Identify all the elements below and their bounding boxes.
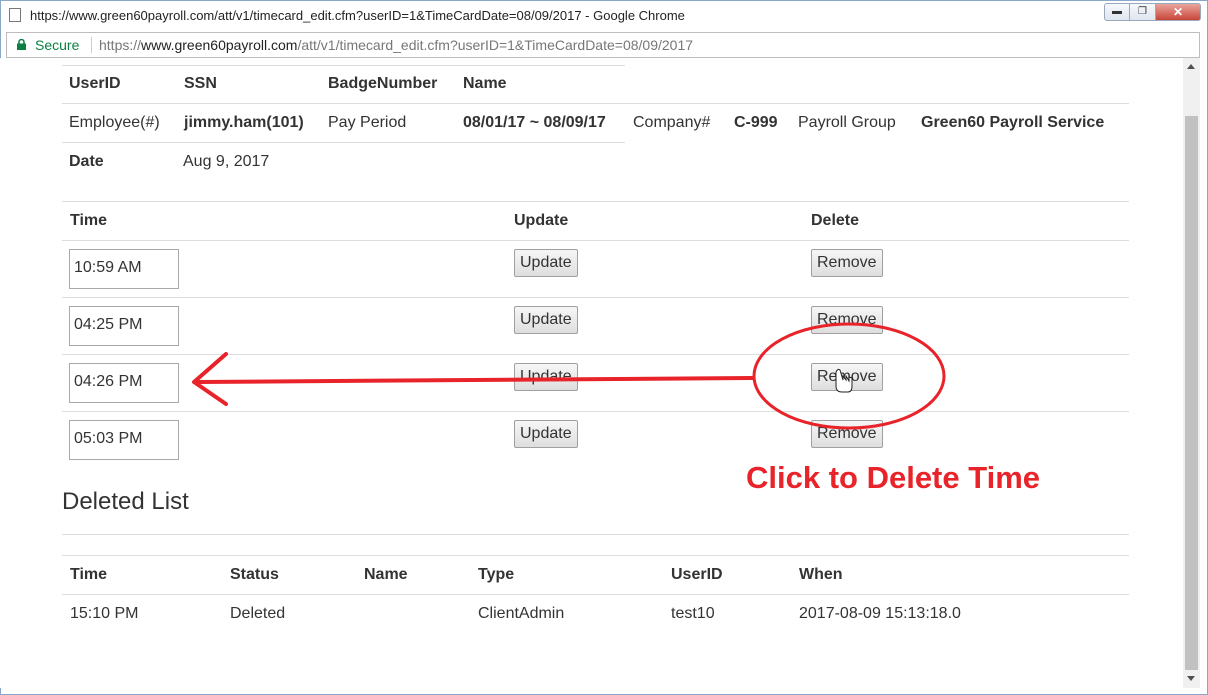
window-controls: ▬ ❐ ✕ (1104, 3, 1201, 21)
deleted-header-name: Name (364, 566, 408, 583)
header-badge-number: BadgeNumber (328, 75, 438, 92)
table-border (62, 201, 1129, 202)
table-border (62, 142, 625, 143)
page-icon (9, 8, 21, 22)
remove-button[interactable]: Remove (811, 420, 883, 448)
deleted-header-status: Status (230, 566, 279, 583)
close-button[interactable]: ✕ (1156, 3, 1201, 21)
employee-label: Employee(#) (69, 114, 160, 131)
deleted-header-type: Type (478, 566, 515, 583)
time-input[interactable]: 04:25 PM (69, 306, 179, 346)
date-value: Aug 9, 2017 (183, 153, 270, 170)
maximize-button[interactable]: ❐ (1130, 3, 1156, 21)
remove-button[interactable]: Remove (811, 249, 883, 277)
url-host: www.green60payroll.com (141, 37, 298, 53)
deleted-row-type: ClientAdmin (478, 605, 565, 622)
update-button[interactable]: Update (514, 420, 578, 448)
header-time: Time (70, 212, 108, 229)
table-border (62, 297, 1129, 298)
time-input[interactable]: 05:03 PM (69, 420, 179, 460)
divider (62, 534, 1129, 535)
url-path: /att/v1/timecard_edit.cfm?userID=1&TimeC… (297, 37, 694, 53)
pay-period-label: Pay Period (328, 114, 407, 131)
table-border (62, 354, 1129, 355)
lock-icon (17, 39, 26, 50)
time-input[interactable]: 10:59 AM (69, 249, 179, 289)
scrollbar-thumb[interactable] (1185, 116, 1198, 670)
minimize-button[interactable]: ▬ (1104, 3, 1130, 21)
deleted-row-status: Deleted (230, 605, 286, 622)
table-border (62, 411, 1129, 412)
annotation-text: Click to Delete Time (746, 460, 1041, 495)
payroll-group-value: Green60 Payroll Service (921, 114, 1105, 131)
deleted-row-when: 2017-08-09 15:13:18.0 (799, 605, 961, 622)
pay-period-value: 08/01/17 ~ 08/09/17 (463, 114, 606, 131)
address-bar[interactable]: Secure https://www.green60payroll.com/at… (6, 32, 1200, 58)
header-name: Name (463, 75, 507, 92)
scroll-down-arrow-icon[interactable] (1187, 676, 1195, 681)
update-button[interactable]: Update (514, 363, 578, 391)
remove-button[interactable]: Remove (811, 306, 883, 334)
update-button[interactable]: Update (514, 306, 578, 334)
employee-value: jimmy.ham(101) (184, 114, 304, 131)
scroll-up-arrow-icon[interactable] (1187, 64, 1195, 69)
table-border (62, 103, 1129, 104)
header-update: Update (514, 212, 569, 229)
deleted-row-userid: test10 (671, 605, 715, 622)
table-border (62, 65, 625, 66)
date-label: Date (69, 153, 104, 170)
table-border (62, 555, 1129, 556)
url-text[interactable]: https://www.green60payroll.com/att/v1/ti… (99, 37, 693, 53)
header-ssn: SSN (184, 75, 217, 92)
table-border (62, 240, 1129, 241)
company-value: C-999 (734, 114, 778, 131)
secure-label: Secure (35, 37, 80, 53)
deleted-header-when: When (799, 566, 843, 583)
table-border (62, 594, 1129, 595)
url-scheme: https:// (99, 37, 142, 53)
title-bar: https://www.green60payroll.com/att/v1/ti… (1, 1, 1207, 31)
page-content: UserID SSN BadgeNumber Name Employee(#) … (0, 58, 1183, 688)
deleted-row-time: 15:10 PM (70, 605, 139, 622)
payroll-group-label: Payroll Group (798, 114, 896, 131)
time-input[interactable]: 04:26 PM (69, 363, 179, 403)
header-userid: UserID (69, 75, 121, 92)
company-label: Company# (633, 114, 711, 131)
remove-button[interactable]: Remove (811, 363, 883, 391)
address-separator (91, 37, 92, 53)
header-delete: Delete (811, 212, 860, 229)
deleted-list-title: Deleted List (62, 488, 189, 515)
deleted-header-userid: UserID (671, 566, 723, 583)
window-title: https://www.green60payroll.com/att/v1/ti… (30, 8, 685, 23)
deleted-header-time: Time (70, 566, 108, 583)
update-button[interactable]: Update (514, 249, 578, 277)
